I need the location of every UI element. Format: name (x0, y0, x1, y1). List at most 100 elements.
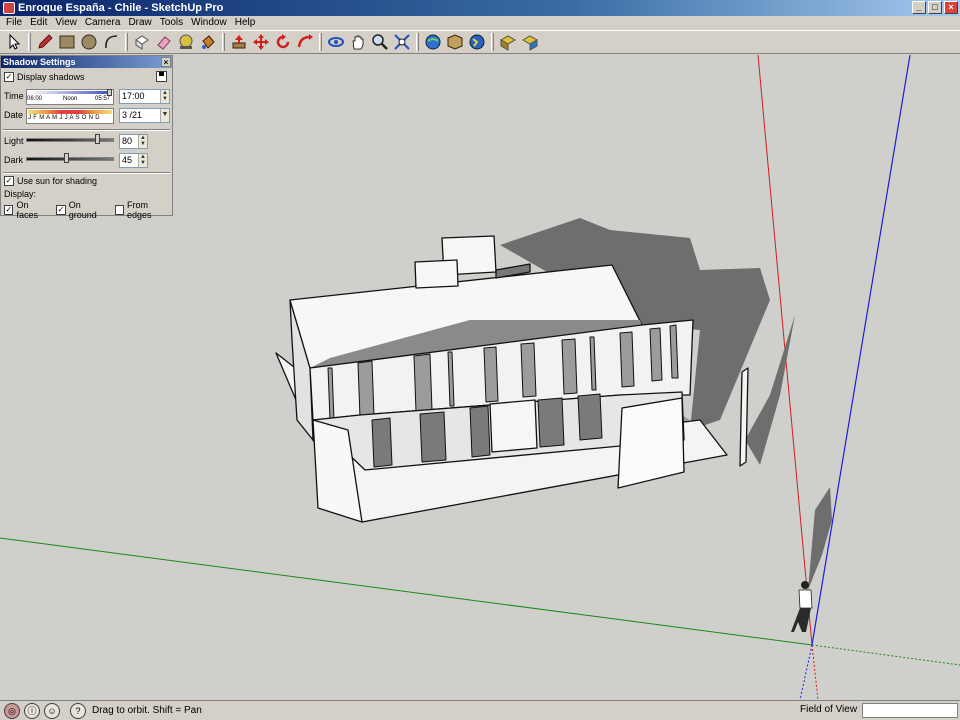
rotate-icon[interactable] (272, 32, 294, 52)
title-bar: Enroque España - Chile - SketchUp Pro _ … (0, 0, 960, 16)
time-end-label: 05:57 (95, 96, 111, 102)
dark-slider-thumb[interactable] (64, 153, 69, 163)
arc-icon[interactable] (100, 32, 122, 52)
pan-icon[interactable] (347, 32, 369, 52)
expand-details-button[interactable]: ▀ (156, 71, 167, 82)
make-component-icon[interactable] (131, 32, 153, 52)
panel-close-button[interactable]: × (161, 57, 171, 67)
menu-help[interactable]: Help (231, 16, 260, 30)
menu-window[interactable]: Window (187, 16, 231, 30)
time-label: Time (4, 91, 24, 101)
share-component-icon[interactable] (519, 32, 541, 52)
menu-tools[interactable]: Tools (156, 16, 187, 30)
toolbar-separator (491, 33, 494, 51)
zoom-icon[interactable] (369, 32, 391, 52)
display-shadows-label: Display shadows (17, 72, 85, 82)
toolbar-separator (125, 33, 128, 51)
on-ground-label: On ground (68, 200, 97, 220)
scale-figure[interactable] (791, 581, 813, 632)
blue-axis (811, 55, 911, 646)
panel-title-bar[interactable]: Shadow Settings × (1, 56, 172, 68)
credits-icon[interactable]: ⓘ (24, 702, 40, 719)
google-earth-icon[interactable] (466, 32, 488, 52)
date-gradient (28, 110, 112, 114)
share-model-icon[interactable] (444, 32, 466, 52)
toolbar-separator (416, 33, 419, 51)
get-models-icon[interactable] (422, 32, 444, 52)
date-months-label: J F M A M J J A S O N D (28, 115, 100, 121)
date-value: 3 /21 (122, 110, 143, 120)
light-slider-thumb[interactable] (95, 134, 100, 144)
paint-bucket-icon[interactable] (197, 32, 219, 52)
panel-divider (3, 129, 170, 131)
time-gradient (28, 91, 112, 94)
follow-me-icon[interactable] (294, 32, 316, 52)
menu-view[interactable]: View (51, 16, 81, 30)
date-input[interactable]: 3 /21 ▼ (119, 108, 170, 123)
display-label: Display: (4, 189, 37, 199)
light-input[interactable]: 80 ▲ ▼ (119, 134, 148, 149)
measurement-box[interactable] (862, 703, 958, 718)
shadow-settings-panel: Shadow Settings × ✓ Display shadows ▀ Ti… (0, 55, 173, 220)
display-options-row: ✓ On faces ✓ On ground From edges (4, 200, 172, 220)
time-spin-arrows[interactable]: ▲ ▼ (160, 90, 169, 103)
menu-edit[interactable]: Edit (26, 16, 51, 30)
date-label: Date (4, 110, 24, 120)
zoom-extents-icon[interactable] (391, 32, 413, 52)
pencil-icon[interactable] (34, 32, 56, 52)
toolbar-separator (28, 33, 31, 51)
time-slider-thumb[interactable] (107, 89, 112, 96)
time-noon-label: Noon (63, 96, 78, 102)
window-title: Enroque España - Chile - SketchUp Pro (18, 2, 224, 14)
circle-icon[interactable] (78, 32, 100, 52)
light-label: Light (4, 136, 24, 146)
window-controls: _ □ × (912, 1, 958, 14)
green-axis-negative (811, 644, 960, 666)
menu-bar: File Edit View Camera Draw Tools Window … (0, 16, 960, 30)
push-pull-icon[interactable] (228, 32, 250, 52)
time-slider[interactable]: 06:00 Noon 05:57 (26, 89, 114, 105)
get-photo-texture-icon[interactable] (497, 32, 519, 52)
dark-label: Dark (4, 155, 24, 165)
on-ground-checkbox[interactable]: ✓ (56, 205, 66, 215)
user-icon[interactable]: ☺ (44, 702, 60, 719)
tape-measure-icon[interactable] (175, 32, 197, 52)
eraser-icon[interactable] (153, 32, 175, 52)
display-shadows-row: ✓ Display shadows (4, 72, 85, 82)
from-edges-checkbox[interactable] (114, 205, 125, 215)
status-bar: ◎ ⓘ ☺ ? Drag to orbit. Shift = Pan Field… (0, 700, 960, 720)
toolbar-separator (222, 33, 225, 51)
panel-divider (3, 172, 170, 174)
main-toolbar (0, 30, 960, 54)
dark-value: 45 (122, 155, 133, 165)
close-button[interactable]: × (944, 1, 958, 14)
on-faces-checkbox[interactable]: ✓ (4, 205, 14, 215)
orbit-icon[interactable] (325, 32, 347, 52)
minimize-button[interactable]: _ (912, 1, 926, 14)
display-shadows-checkbox[interactable]: ✓ (4, 72, 14, 82)
move-icon[interactable] (250, 32, 272, 52)
geo-location-icon[interactable]: ◎ (4, 702, 20, 719)
red-axis-negative (811, 644, 819, 700)
light-spin-arrows[interactable]: ▲ ▼ (138, 135, 147, 148)
use-sun-checkbox[interactable]: ✓ (4, 176, 14, 186)
select-icon[interactable] (3, 32, 25, 52)
date-slider[interactable]: J F M A M J J A S O N D (26, 108, 114, 124)
maximize-button[interactable]: □ (928, 1, 942, 14)
light-slider[interactable] (26, 138, 114, 142)
help-icon[interactable]: ? (70, 702, 86, 719)
light-value: 80 (122, 136, 133, 146)
dark-input[interactable]: 45 ▲ ▼ (119, 153, 148, 168)
dark-slider[interactable] (26, 157, 114, 161)
menu-draw[interactable]: Draw (124, 16, 155, 30)
menu-camera[interactable]: Camera (81, 16, 125, 30)
menu-file[interactable]: File (2, 16, 26, 30)
panel-title: Shadow Settings (3, 57, 76, 67)
from-edges-label: From edges (127, 200, 152, 220)
rectangle-icon[interactable] (56, 32, 78, 52)
date-dropdown-arrow[interactable]: ▼ (160, 109, 169, 122)
dark-spin-arrows[interactable]: ▲ ▼ (138, 154, 147, 167)
time-start-label: 06:00 (27, 96, 43, 102)
time-input[interactable]: 17:00 ▲ ▼ (119, 89, 170, 104)
time-value: 17:00 (122, 91, 145, 101)
